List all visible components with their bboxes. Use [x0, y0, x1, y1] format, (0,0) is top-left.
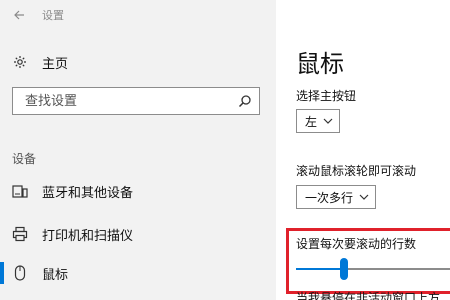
- back-arrow-icon: [14, 10, 24, 20]
- sidebar-item-label: 鼠标: [42, 267, 69, 283]
- dropdown-value: 一次多行: [305, 190, 354, 205]
- sidebar-item-home[interactable]: 主页: [0, 46, 276, 78]
- primary-button-label: 选择主按钮: [296, 89, 357, 103]
- search-icon[interactable]: [231, 88, 259, 114]
- scroll-mode-dropdown[interactable]: 一次多行: [296, 185, 377, 209]
- mouse-icon: [12, 265, 28, 281]
- inactive-window-scroll-label: 当我悬停在非活动窗口上方: [296, 291, 441, 300]
- search-box[interactable]: [12, 87, 260, 115]
- main-content: 鼠标 选择主按钮 左 滚动鼠标滚轮即可滚动 一次多行 设置每次要滚动的行数 当我…: [276, 0, 450, 300]
- sidebar-item-label: 打印机和扫描仪: [42, 228, 134, 244]
- lines-slider-track[interactable]: [296, 268, 450, 270]
- scroll-mode-label: 滚动鼠标滚轮即可滚动: [296, 164, 417, 178]
- sidebar-item-label: 主页: [42, 56, 69, 72]
- lines-slider-fill: [296, 268, 344, 270]
- lines-slider-thumb[interactable]: [340, 258, 348, 280]
- back-button[interactable]: [4, 0, 34, 30]
- primary-button-dropdown[interactable]: 左: [296, 109, 341, 133]
- sidebar-item-label: 蓝牙和其他设备: [42, 185, 134, 201]
- lines-to-scroll-label: 设置每次要滚动的行数: [296, 237, 417, 251]
- bluetooth-devices-icon: [12, 183, 28, 199]
- sidebar-item-bluetooth[interactable]: 蓝牙和其他设备: [0, 175, 276, 207]
- sidebar: 设置 主页 设备 蓝牙和其他设备: [0, 0, 276, 300]
- title-bar: 设置: [0, 0, 276, 30]
- chevron-down-icon: [323, 118, 333, 124]
- section-header: 设备: [12, 152, 37, 166]
- sidebar-item-mouse[interactable]: 鼠标: [0, 257, 276, 289]
- sidebar-item-printers[interactable]: 打印机和扫描仪: [0, 218, 276, 250]
- window-title: 设置: [42, 9, 64, 22]
- chevron-down-icon: [359, 194, 369, 200]
- page-title: 鼠标: [296, 50, 344, 78]
- dropdown-value: 左: [305, 114, 318, 129]
- gear-icon: [12, 54, 28, 70]
- search-input[interactable]: [23, 92, 231, 110]
- printer-icon: [12, 226, 28, 242]
